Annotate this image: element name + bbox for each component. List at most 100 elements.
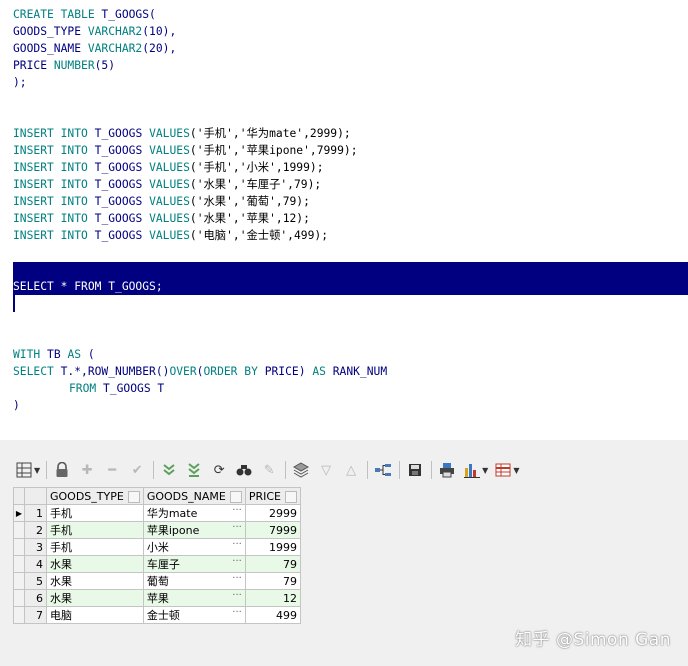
row-indicator <box>13 521 25 539</box>
type-args: (10), <box>142 25 177 38</box>
cell-edit-button[interactable]: ··· <box>232 574 242 585</box>
cell-goods-type[interactable]: 手机 <box>46 538 144 556</box>
column-filter-icon[interactable] <box>127 490 140 503</box>
cell-goods-type[interactable]: 水果 <box>46 589 144 607</box>
table-row[interactable]: 2 手机 苹果ipone ··· 7999 <box>13 521 301 539</box>
cell-edit-button[interactable]: ··· <box>232 557 242 568</box>
row-indicator <box>13 538 25 556</box>
cell-price[interactable]: 1999 <box>244 538 301 556</box>
link-icon[interactable] <box>372 459 394 481</box>
row-number: 4 <box>24 555 47 573</box>
code-line-insert: INSERT INTO T_GOOGS VALUES('手机','苹果ipone… <box>13 142 358 159</box>
sql-keyword: VALUES <box>149 161 190 174</box>
cell-price[interactable]: 12 <box>244 589 301 607</box>
column-header-goods-name[interactable]: GOODS_NAME <box>142 487 246 505</box>
chevron-down-icon[interactable]: ▼ <box>513 466 519 475</box>
cell-goods-type[interactable]: 电脑 <box>46 606 144 624</box>
cell-value: 小米 <box>146 541 169 554</box>
column-filter-icon[interactable] <box>284 490 297 503</box>
query-by-example-icon[interactable] <box>290 459 312 481</box>
table-row[interactable]: 5 水果 葡萄 ··· 79 <box>13 572 301 590</box>
cell-goods-name[interactable]: 车厘子 ··· <box>142 555 246 573</box>
table-name: T_GOOGS <box>94 144 143 157</box>
table-row[interactable]: 7 电脑 金士顿 ··· 499 <box>13 606 301 624</box>
cell-goods-name[interactable]: 华为mate ··· <box>142 504 246 522</box>
cell-goods-type[interactable]: 手机 <box>46 504 144 522</box>
sql-text: T_GOOGS( <box>94 8 156 21</box>
table-name: T_GOOGS <box>94 195 143 208</box>
column-header-goods-type[interactable]: GOODS_TYPE <box>46 487 144 505</box>
code-line-insert: INSERT INTO T_GOOGS VALUES('手机','华为mate'… <box>13 125 351 142</box>
code-line-column: PRICE NUMBER(5) <box>13 57 115 74</box>
add-record-icon[interactable]: ✚ <box>76 459 98 481</box>
cell-edit-button[interactable]: ··· <box>232 608 242 619</box>
sql-keyword: INSERT <box>13 127 54 140</box>
code-line-close: ); <box>13 76 27 89</box>
grid-header-row: GOODS_TYPE GOODS_NAME PRICE <box>13 487 301 505</box>
toolbar-separator <box>46 461 48 479</box>
delete-record-icon[interactable]: ━ <box>101 459 123 481</box>
export-icon[interactable] <box>492 459 514 481</box>
result-grid: GOODS_TYPE GOODS_NAME PRICE ▶ 1 手机 华为mat… <box>13 487 301 624</box>
chevron-down-icon[interactable]: ▼ <box>482 466 488 475</box>
cell-value: 车厘子 <box>146 558 180 571</box>
fetch-all-icon[interactable] <box>183 459 205 481</box>
cell-price[interactable]: 79 <box>244 572 301 590</box>
cell-goods-name[interactable]: 苹果 ··· <box>142 589 246 607</box>
save-icon[interactable] <box>404 459 426 481</box>
column-header-price[interactable]: PRICE <box>244 487 301 505</box>
lock-icon[interactable] <box>51 459 73 481</box>
clear-icon[interactable]: ✎ <box>258 459 280 481</box>
row-indicator <box>13 555 25 573</box>
sql-keyword: VALUES <box>149 229 190 242</box>
table-row[interactable]: 6 水果 苹果 ··· 12 <box>13 589 301 607</box>
cell-value: 葡萄 <box>146 575 169 588</box>
sql-keyword: VALUES <box>149 195 190 208</box>
cell-price[interactable]: 2999 <box>244 504 301 522</box>
cell-goods-type[interactable]: 水果 <box>46 555 144 573</box>
table-row[interactable]: 3 手机 小米 ··· 1999 <box>13 538 301 556</box>
cell-goods-name[interactable]: 金士顿 ··· <box>142 606 246 624</box>
cell-price[interactable]: 7999 <box>244 521 301 539</box>
table-name: T_GOOGS <box>94 178 143 191</box>
sql-keyword: FROM <box>69 382 97 395</box>
cell-price[interactable]: 79 <box>244 555 301 573</box>
previous-icon[interactable]: △ <box>340 459 362 481</box>
grid-layout-icon[interactable] <box>13 459 35 481</box>
current-row-indicator: ▶ <box>13 504 25 522</box>
cell-edit-button[interactable]: ··· <box>232 523 242 534</box>
cell-goods-name[interactable]: 葡萄 ··· <box>142 572 246 590</box>
print-icon[interactable] <box>436 459 458 481</box>
post-changes-icon[interactable]: ✔ <box>126 459 148 481</box>
sql-keyword: INSERT <box>13 195 54 208</box>
cell-edit-button[interactable]: ··· <box>232 591 242 602</box>
sql-editor[interactable]: CREATE TABLE T_GOOGS( GOODS_TYPE VARCHAR… <box>0 0 688 441</box>
table-row[interactable]: ▶ 1 手机 华为mate ··· 2999 <box>13 504 301 522</box>
sql-keyword: INSERT <box>13 161 54 174</box>
column-filter-icon[interactable] <box>229 490 242 503</box>
cell-price[interactable]: 499 <box>244 606 301 624</box>
toolbar-separator <box>431 461 433 479</box>
pane-splitter[interactable] <box>0 440 688 452</box>
code-line-select-selected[interactable]: SELECT * FROM T_GOOGS; <box>13 278 163 295</box>
cell-goods-type[interactable]: 水果 <box>46 572 144 590</box>
fetch-next-icon[interactable] <box>158 459 180 481</box>
cell-edit-button[interactable]: ··· <box>232 540 242 551</box>
cell-goods-type[interactable]: 手机 <box>46 521 144 539</box>
refresh-icon[interactable]: ⟳ <box>208 459 230 481</box>
cell-edit-button[interactable]: ··· <box>232 506 242 517</box>
sql-keyword: AS <box>67 348 82 361</box>
filter-icon[interactable]: ▽ <box>315 459 337 481</box>
cell-goods-name[interactable]: 小米 ··· <box>142 538 246 556</box>
toolbar-separator <box>285 461 287 479</box>
sql-keyword: INSERT <box>13 144 54 157</box>
sql-keyword: INTO <box>60 144 88 157</box>
table-row[interactable]: 4 水果 车厘子 ··· 79 <box>13 555 301 573</box>
find-icon[interactable] <box>233 459 255 481</box>
chevron-down-icon[interactable]: ▼ <box>34 466 40 475</box>
chart-icon[interactable] <box>461 459 483 481</box>
row-indicator <box>13 572 25 590</box>
cell-goods-name[interactable]: 苹果ipone ··· <box>142 521 246 539</box>
code-line-column: GOODS_TYPE VARCHAR2(10), <box>13 23 176 40</box>
row-indicator <box>13 589 25 607</box>
